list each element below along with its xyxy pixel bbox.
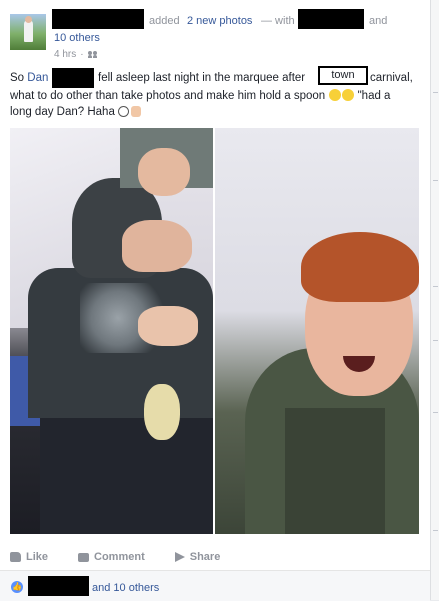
smile-emoji-icon [118, 106, 130, 117]
like-badge-icon: 👍 [11, 581, 23, 593]
scrollbar-track[interactable] [431, 0, 439, 600]
dan-link[interactable]: Dan [27, 72, 48, 84]
post-text-line-1: So Dan [10, 72, 49, 84]
photo-smiling-dan[interactable] [215, 128, 419, 534]
redacted-author-name [52, 9, 144, 29]
redacted-surname [52, 68, 94, 88]
redacted-tagged-name [298, 9, 364, 29]
thumbs-up-icon [10, 552, 21, 562]
hand-emoji-icon [131, 106, 142, 117]
laughing-emoji-icon [342, 89, 355, 101]
author-avatar[interactable] [10, 14, 46, 50]
post-text-line-1-end: carnival, [370, 72, 413, 84]
like-button[interactable]: Like [10, 551, 48, 563]
town-box: town [318, 66, 368, 85]
share-arrow-icon [174, 552, 185, 562]
post-text-line-2: what to do other than take photos and ma… [10, 89, 391, 102]
avatar-figure [24, 20, 33, 42]
timestamp[interactable]: 4 hrs [54, 49, 76, 60]
header-action-text: added [149, 15, 180, 27]
comment-button[interactable]: Comment [78, 551, 145, 563]
reactions-bar: 👍 and 10 others [0, 570, 430, 601]
comment-icon [78, 552, 90, 562]
likes-others-link[interactable]: and 10 others [92, 582, 159, 594]
photos-link[interactable]: 2 new photos [187, 15, 252, 27]
photo-sleeping-dan[interactable] [10, 128, 213, 534]
with-text: — with [261, 15, 295, 27]
post-meta: 4 hrs · [54, 49, 98, 60]
avatar-figure-head [25, 16, 32, 23]
action-bar: Like Comment Share [10, 544, 420, 570]
post-text-line-1-mid: fell asleep last night in the marquee af… [98, 72, 306, 84]
others-link[interactable]: 10 others [54, 32, 100, 44]
share-button[interactable]: Share [174, 551, 220, 563]
redacted-liker-name [28, 576, 89, 596]
post-card: added 2 new photos — with and 10 others … [0, 0, 431, 601]
and-text: and [369, 15, 388, 27]
post-text-line-3: long day Dan? Haha [10, 106, 142, 118]
laughing-emoji-icon [329, 89, 342, 101]
friends-icon[interactable] [87, 50, 98, 59]
spoon [144, 384, 180, 440]
